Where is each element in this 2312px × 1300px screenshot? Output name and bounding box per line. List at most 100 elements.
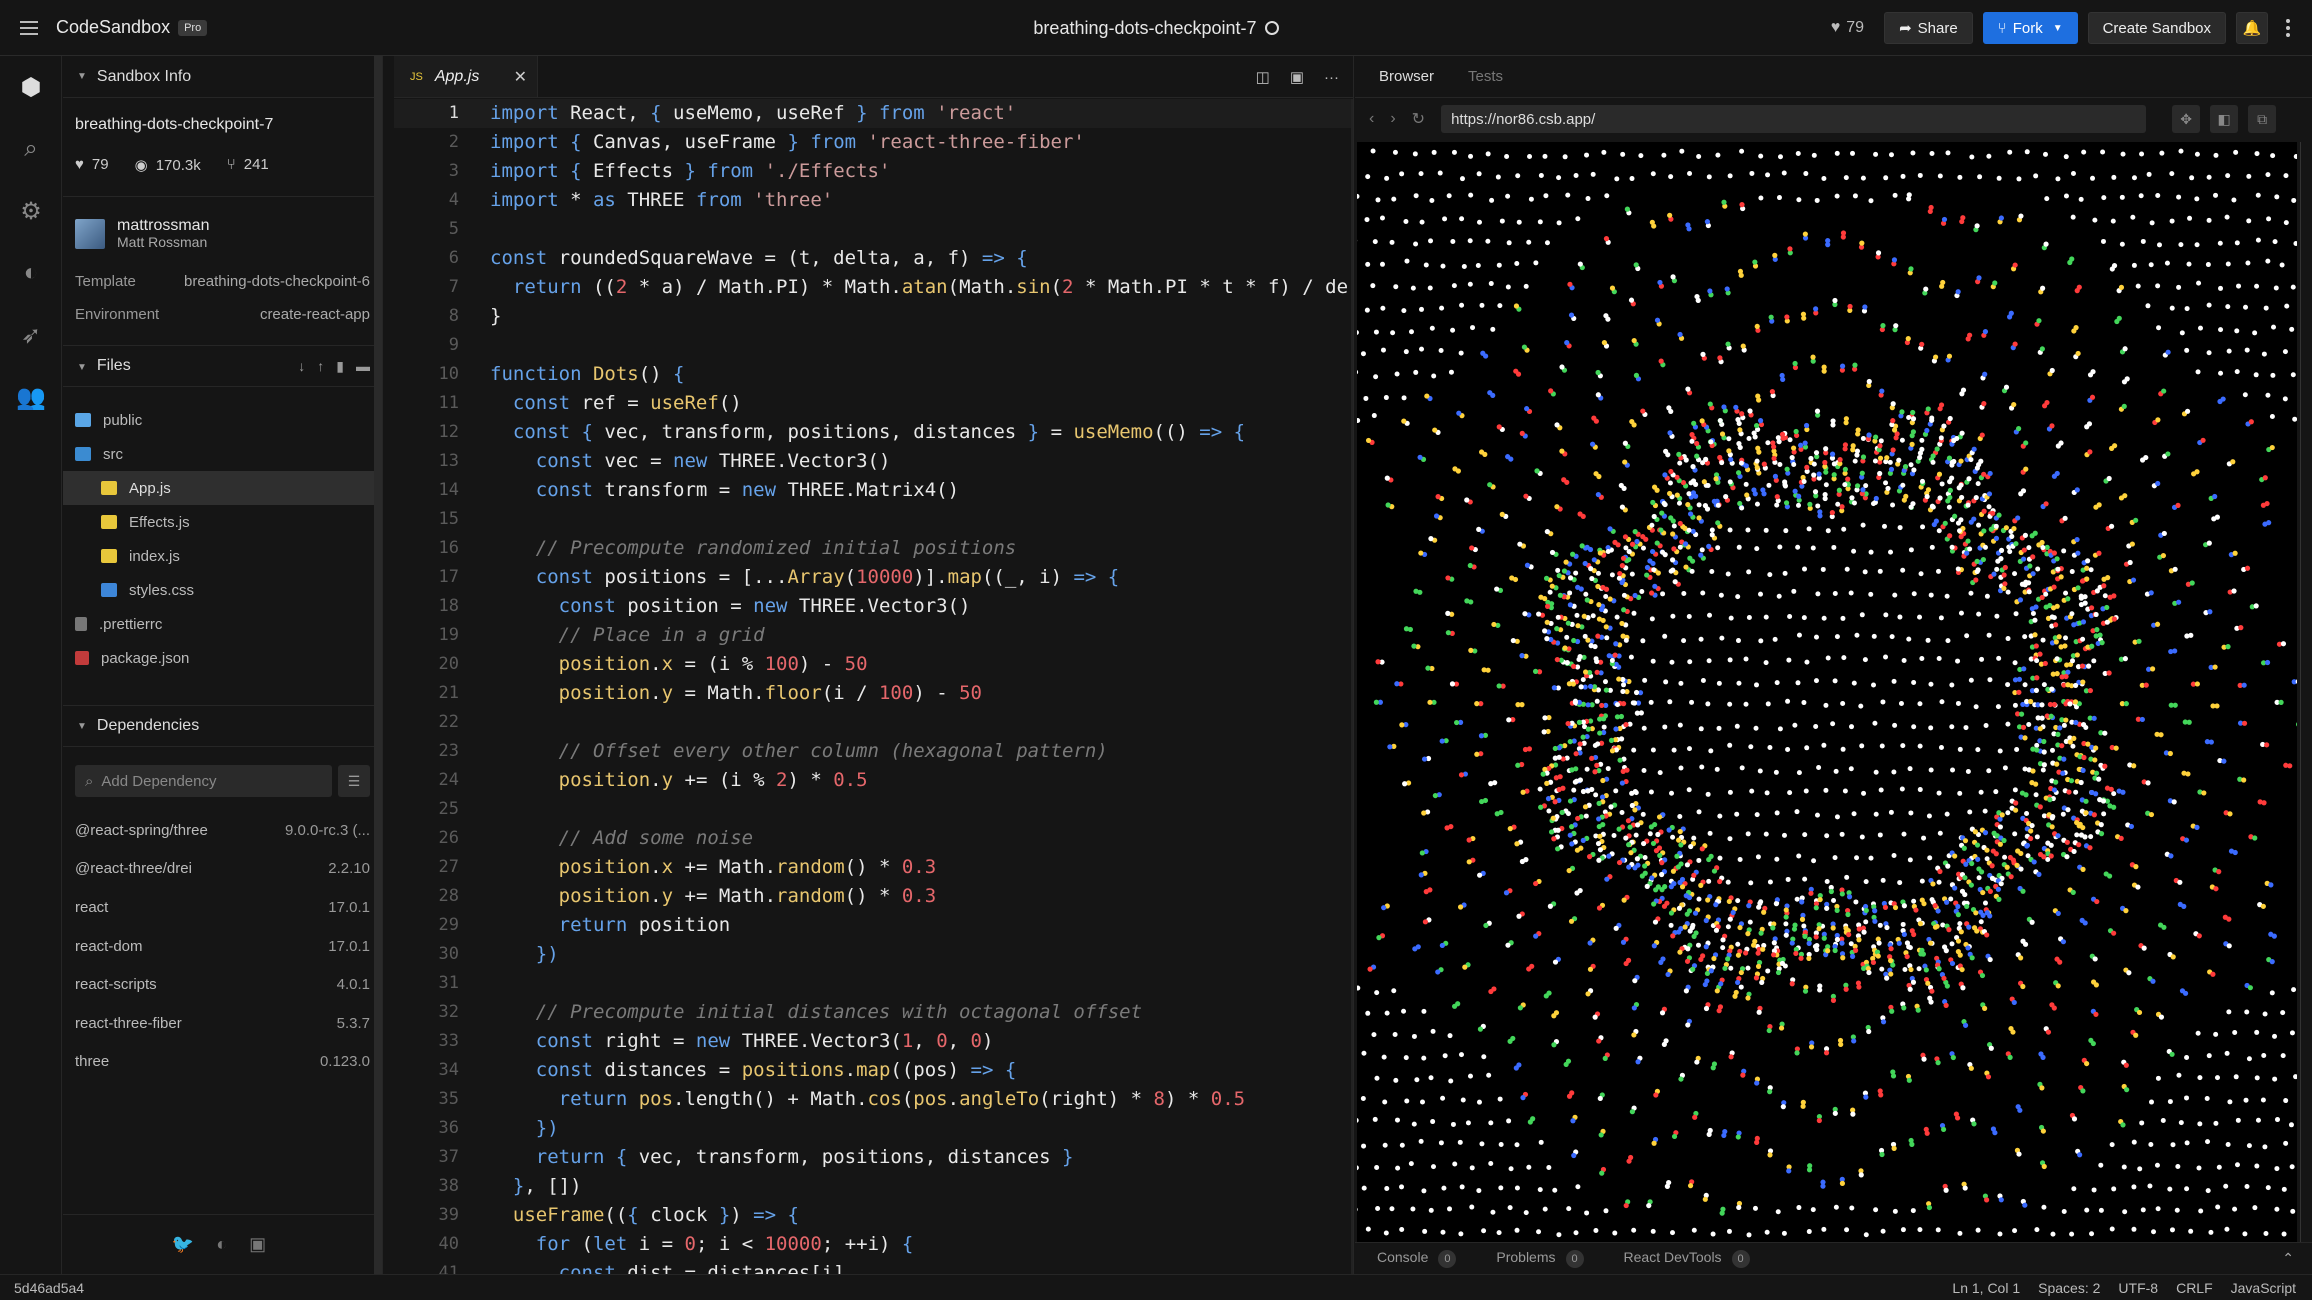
add-dependency-input[interactable]: ⌕ Add Dependency xyxy=(75,765,332,797)
cube-icon[interactable]: ⬢ xyxy=(0,56,62,118)
preview-scrollbar[interactable] xyxy=(2300,142,2312,1242)
code-line[interactable]: 32 // Precompute initial distances with … xyxy=(394,998,1353,1027)
file-tree-item[interactable]: package.json xyxy=(63,641,382,675)
code-line[interactable]: 23 // Offset every other column (hexagon… xyxy=(394,737,1353,766)
twitter-icon[interactable]: 🐦 xyxy=(172,1234,194,1255)
dependencies-header[interactable]: ▼ Dependencies xyxy=(63,705,382,747)
dependency-item[interactable]: react-dom 17.0.1 xyxy=(63,927,382,966)
indentation[interactable]: Spaces: 2 xyxy=(2038,1280,2100,1296)
code-line[interactable]: 15 xyxy=(394,505,1353,534)
cursor-position[interactable]: Ln 1, Col 1 xyxy=(1952,1280,2020,1296)
code-line[interactable]: 40 for (let i = 0; i < 10000; ++i) { xyxy=(394,1230,1353,1259)
sandbox-title-text[interactable]: breathing-dots-checkpoint-7 xyxy=(1033,18,1256,39)
dependency-item[interactable]: @react-three/drei 2.2.10 xyxy=(63,850,382,889)
upload-icon[interactable]: ↑ xyxy=(317,358,324,375)
code-line[interactable]: 7 return ((2 * a) / Math.PI) * Math.atan… xyxy=(394,273,1353,302)
code-line[interactable]: 25 xyxy=(394,795,1353,824)
code-line[interactable]: 35 return pos.length() + Math.cos(pos.an… xyxy=(394,1085,1353,1114)
split-view-icon[interactable]: ◫ xyxy=(1256,68,1270,86)
file-tree-item[interactable]: Effects.js xyxy=(63,505,382,539)
refresh-icon[interactable]: ↻ xyxy=(1412,109,1425,129)
encoding[interactable]: UTF-8 xyxy=(2118,1280,2158,1296)
code-line[interactable]: 29 return position xyxy=(394,911,1353,940)
console-tab[interactable]: Console 0 xyxy=(1377,1249,1457,1268)
fork-button[interactable]: ⑂ Fork ▼ xyxy=(1982,12,2078,44)
github-icon[interactable]: ◐ xyxy=(216,1234,227,1255)
code-line[interactable]: 41 const dist = distances[i] xyxy=(394,1259,1353,1274)
users-icon[interactable]: 👥 xyxy=(0,366,62,428)
forward-icon[interactable]: › xyxy=(1390,110,1395,128)
layout-icon[interactable]: ◧ xyxy=(2210,105,2239,133)
code-line[interactable]: 8} xyxy=(394,302,1353,331)
create-sandbox-button[interactable]: Create Sandbox xyxy=(2087,12,2226,44)
code-line[interactable]: 10 function Dots() { xyxy=(394,360,1353,389)
like-counter[interactable]: ♥ 79 xyxy=(1831,19,1864,37)
code-line[interactable]: 37 return { vec, transform, positions, d… xyxy=(394,1143,1353,1172)
dependency-item[interactable]: react-scripts 4.0.1 xyxy=(63,965,382,1004)
file-tree-item[interactable]: src xyxy=(63,437,382,471)
code-line[interactable]: 4 import * as THREE from 'three' xyxy=(394,186,1353,215)
code-line[interactable]: 27 position.x += Math.random() * 0.3 xyxy=(394,853,1353,882)
share-button[interactable]: ➦ Share xyxy=(1884,12,1973,44)
code-line[interactable]: 12 const { vec, transform, positions, di… xyxy=(394,418,1353,447)
sandbox-info-header[interactable]: ▼ Sandbox Info xyxy=(63,56,382,98)
editor-scrollbar[interactable] xyxy=(1351,99,1353,1274)
code-line[interactable]: 16 // Precompute randomized initial posi… xyxy=(394,534,1353,563)
dependency-item[interactable]: react-three-fiber 5.3.7 xyxy=(63,1004,382,1043)
close-icon[interactable]: ✕ xyxy=(514,67,527,87)
preview-toggle-icon[interactable]: ▣ xyxy=(1290,68,1304,86)
code-line[interactable]: 17 const positions = [...Array(10000)].m… xyxy=(394,563,1353,592)
menu-icon[interactable] xyxy=(20,20,38,35)
author[interactable]: mattrossman Matt Rossman xyxy=(63,197,382,265)
code-line[interactable]: 1 import React, { useMemo, useRef } from … xyxy=(394,99,1353,128)
code-line[interactable]: 26 // Add some noise xyxy=(394,824,1353,853)
sidebar-scrollbar[interactable] xyxy=(374,56,382,1274)
line-endings[interactable]: CRLF xyxy=(2176,1280,2213,1296)
search-icon[interactable]: ⌕ xyxy=(0,118,62,180)
code-line[interactable]: 36 }) xyxy=(394,1114,1353,1143)
preview-canvas[interactable] xyxy=(1357,142,2297,1242)
dependency-item[interactable]: react 17.0.1 xyxy=(63,888,382,927)
file-tree-item[interactable]: App.js xyxy=(63,471,382,505)
file-tree-item[interactable]: index.js xyxy=(63,539,382,573)
tab-browser[interactable]: Browser xyxy=(1379,68,1434,85)
dependency-item[interactable]: three 0.123.0 xyxy=(63,1043,382,1082)
code-line[interactable]: 3 import { Effects } from './Effects' xyxy=(394,157,1353,186)
code-line[interactable]: 13 const vec = new THREE.Vector3() xyxy=(394,447,1353,476)
file-tree-item[interactable]: public xyxy=(63,403,382,437)
code-line[interactable]: 34 const distances = positions.map((pos)… xyxy=(394,1056,1353,1085)
code-line[interactable]: 21 position.y = Math.floor(i / 100) - 50 xyxy=(394,679,1353,708)
console-tab[interactable]: React DevTools 0 xyxy=(1624,1249,1750,1268)
new-window-icon[interactable]: ⧉ xyxy=(2248,105,2277,133)
code-line[interactable]: 33 const right = new THREE.Vector3(1, 0,… xyxy=(394,1027,1353,1056)
files-header[interactable]: ▼ Files ↓ ↑ ▮ ▬ xyxy=(63,345,382,387)
rocket-icon[interactable]: ➶ xyxy=(0,304,62,366)
code-line[interactable]: 39 useFrame(({ clock }) => { xyxy=(394,1201,1353,1230)
code-line[interactable]: 6 const roundedSquareWave = (t, delta, a,… xyxy=(394,244,1353,273)
code-line[interactable]: 14 const transform = new THREE.Matrix4() xyxy=(394,476,1353,505)
more-horizontal-icon[interactable]: ··· xyxy=(1324,69,1339,86)
brand-name[interactable]: CodeSandbox xyxy=(56,17,170,38)
file-tree-item[interactable]: .prettierrc xyxy=(63,607,382,641)
dependency-item[interactable]: @react-spring/three 9.0.0-rc.3 (... xyxy=(63,811,382,850)
code-line[interactable]: 11 const ref = useRef() xyxy=(394,389,1353,418)
tab-tests[interactable]: Tests xyxy=(1468,68,1503,85)
new-file-icon[interactable]: ▮ xyxy=(336,358,344,375)
code-line[interactable]: 24 position.y += (i % 2) * 0.5 xyxy=(394,766,1353,795)
code-line[interactable]: 30 }) xyxy=(394,940,1353,969)
gear-icon[interactable]: ⚙ xyxy=(0,180,62,242)
file-tree-item[interactable]: styles.css xyxy=(63,573,382,607)
list-icon[interactable]: ☰ xyxy=(338,765,370,797)
github-icon[interactable]: ◐ xyxy=(0,242,62,304)
expand-icon[interactable]: ✥ xyxy=(2172,105,2201,133)
notifications-bell-icon[interactable]: 🔔 xyxy=(2236,12,2268,44)
code-lines[interactable]: 1 import React, { useMemo, useRef } from … xyxy=(394,99,1353,1274)
code-line[interactable]: 31 xyxy=(394,969,1353,998)
code-line[interactable]: 5 xyxy=(394,215,1353,244)
language-mode[interactable]: JavaScript xyxy=(2231,1280,2296,1296)
url-input[interactable]: https://nor86.csb.app/ xyxy=(1441,105,2147,133)
chevron-up-icon[interactable]: ⌃ xyxy=(2282,1250,2294,1267)
back-icon[interactable]: ‹ xyxy=(1369,110,1374,128)
code-line[interactable]: 20 position.x = (i % 100) - 50 xyxy=(394,650,1353,679)
code-line[interactable]: 2 import { Canvas, useFrame } from 'react… xyxy=(394,128,1353,157)
